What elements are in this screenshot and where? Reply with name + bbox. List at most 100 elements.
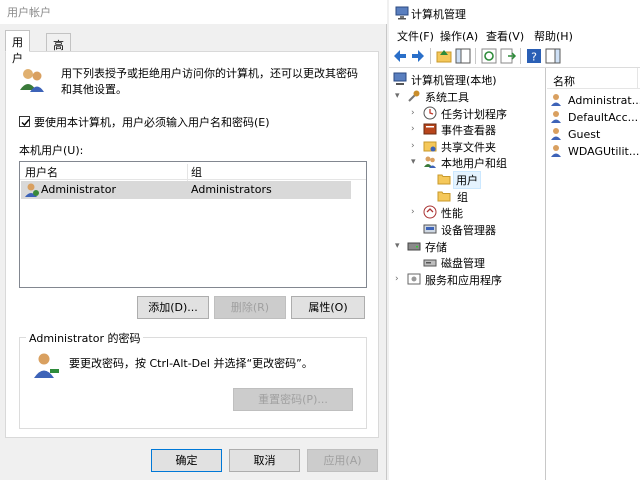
menu-help[interactable]: 帮助(H) xyxy=(534,28,573,44)
storage-icon xyxy=(407,242,421,251)
tree-label: 共享文件夹 xyxy=(441,141,496,154)
folder-icon xyxy=(437,174,451,185)
column-separator[interactable] xyxy=(637,68,638,89)
user-key-icon xyxy=(32,351,60,382)
password-groupbox xyxy=(19,337,367,429)
user-icon xyxy=(551,94,561,106)
cm-title: 计算机管理 xyxy=(411,8,466,21)
performance-icon xyxy=(423,205,437,219)
menu-file[interactable]: 文件(F) xyxy=(397,28,434,44)
tree-label: 本地用户和组 xyxy=(441,157,507,170)
require-login-label[interactable]: 要使用本计算机，用户必须输入用户名和密码(E) xyxy=(34,114,270,130)
column-header-username[interactable]: 用户名 xyxy=(25,164,58,180)
reset-password-button[interactable]: 重置密码(P)... xyxy=(233,388,353,411)
dialog-title: 用户帐户 xyxy=(7,6,51,19)
details-pane: 名称 Administrat... DefaultAcc... Guest WD… xyxy=(547,68,640,480)
remove-user-button[interactable]: 删除(R) xyxy=(214,296,286,319)
password-group-title: Administrator 的密码 xyxy=(26,330,144,346)
user-icon xyxy=(24,182,40,201)
local-users-label: 本机用户(U): xyxy=(19,144,84,157)
cm-titlebar[interactable]: 计算机管理 xyxy=(389,0,640,26)
ok-button[interactable]: 确定 xyxy=(151,449,222,472)
shared-folder-icon xyxy=(423,141,437,152)
toolbar-separator xyxy=(520,48,521,64)
user-name: Guest xyxy=(568,128,601,141)
users-listview[interactable]: 用户名 组 Administrator Administrators xyxy=(19,161,367,288)
expand-chevron-icon[interactable]: › xyxy=(411,121,421,137)
column-header-name[interactable]: 名称 xyxy=(547,68,640,89)
user-icon xyxy=(551,145,561,157)
tree-label: 服务和应用程序 xyxy=(425,274,502,287)
toolbar-separator xyxy=(475,48,476,64)
tree-label: 事件查看器 xyxy=(441,124,496,137)
expand-chevron-icon[interactable]: › xyxy=(411,204,421,220)
computer-management-icon xyxy=(395,6,409,20)
tree-label: 磁盘管理 xyxy=(441,257,485,270)
tools-icon xyxy=(408,90,420,102)
user-icon xyxy=(551,111,561,123)
menu-bar: 文件(F) 操作(A) 查看(V) 帮助(H) xyxy=(389,26,640,44)
computer-management-window: 计算机管理 文件(F) 操作(A) 查看(V) 帮助(H) ? 计算机管理(本地… xyxy=(389,0,640,480)
users-icon xyxy=(18,66,46,97)
apply-button[interactable]: 应用(A) xyxy=(307,449,378,472)
tree-label: 任务计划程序 xyxy=(441,108,507,121)
export-list-icon[interactable] xyxy=(499,47,517,65)
up-folder-icon[interactable] xyxy=(435,47,453,65)
show-action-pane-icon[interactable] xyxy=(544,47,562,65)
tree-label: 设备管理器 xyxy=(441,224,496,237)
user-name: Administrat... xyxy=(568,94,640,107)
users-tab-panel: 用下列表授予或拒绝用户访问你的计算机，还可以更改其密码和其他设置。 要使用本计算… xyxy=(5,51,379,438)
disk-icon xyxy=(423,259,437,267)
tree-label: 存储 xyxy=(425,241,447,254)
console-tree: 计算机管理(本地) ▾ 系统工具 › 任务计划程序 › 事件查看器 › 共享文件… xyxy=(389,68,546,480)
forward-arrow-icon[interactable] xyxy=(409,47,427,65)
checkmark-icon xyxy=(21,119,30,127)
clock-icon xyxy=(423,106,437,120)
user-accounts-dialog: 用户帐户 用户 高级 用下列表授予或拒绝用户访问你的计算机，还可以更改其密码和其… xyxy=(0,0,387,480)
properties-button[interactable]: 属性(O) xyxy=(291,296,365,319)
tree-label: 系统工具 xyxy=(425,91,469,104)
collapse-chevron-icon[interactable]: ▾ xyxy=(395,238,405,254)
event-viewer-icon xyxy=(423,123,437,135)
cancel-button[interactable]: 取消 xyxy=(229,449,300,472)
collapse-chevron-icon[interactable]: ▾ xyxy=(411,154,421,170)
user-name: WDAGUtilit... xyxy=(568,145,640,158)
svg-text:?: ? xyxy=(531,51,537,64)
cell-username: Administrator xyxy=(41,183,116,196)
user-name: DefaultAcc... xyxy=(568,111,639,124)
column-header-group[interactable]: 组 xyxy=(191,164,202,180)
require-login-checkbox[interactable] xyxy=(19,116,30,127)
menu-view[interactable]: 查看(V) xyxy=(486,28,524,44)
folder-icon xyxy=(437,191,451,202)
users-groups-icon xyxy=(424,156,436,168)
back-arrow-icon[interactable] xyxy=(391,47,409,65)
cell-group: Administrators xyxy=(191,183,272,196)
help-icon[interactable]: ? xyxy=(525,47,543,65)
computer-management-icon xyxy=(393,72,407,85)
menu-action[interactable]: 操作(A) xyxy=(440,28,478,44)
expand-chevron-icon[interactable]: › xyxy=(411,105,421,121)
device-manager-icon xyxy=(423,224,437,234)
user-icon xyxy=(551,128,561,140)
add-user-button[interactable]: 添加(D)... xyxy=(137,296,209,319)
collapse-chevron-icon[interactable]: ▾ xyxy=(395,88,405,104)
column-separator[interactable] xyxy=(187,164,188,182)
toolbar-separator xyxy=(430,48,431,64)
tree-label: 组 xyxy=(457,191,468,204)
tab-users[interactable]: 用户 xyxy=(5,30,30,65)
dialog-titlebar[interactable]: 用户帐户 xyxy=(0,0,387,24)
listview-header: 用户名 组 xyxy=(20,162,366,182)
expand-chevron-icon[interactable]: › xyxy=(411,138,421,154)
services-icon xyxy=(407,273,421,285)
tree-label: 计算机管理(本地) xyxy=(411,74,497,87)
description-text: 用下列表授予或拒绝用户访问你的计算机，还可以更改其密码和其他设置。 xyxy=(61,67,358,96)
show-tree-icon[interactable] xyxy=(454,47,472,65)
password-instructions: 要更改密码，按 Ctrl-Alt-Del 并选择“更改密码”。 xyxy=(69,357,313,370)
expand-chevron-icon[interactable]: › xyxy=(395,271,405,287)
tab-advanced[interactable]: 高级 xyxy=(46,33,71,68)
toolbar: ? xyxy=(389,44,640,68)
table-row[interactable]: Administrator Administrators xyxy=(21,181,351,199)
refresh-icon[interactable] xyxy=(480,47,498,65)
tree-label: 性能 xyxy=(441,207,463,220)
tree-label: 用户 xyxy=(453,171,481,189)
